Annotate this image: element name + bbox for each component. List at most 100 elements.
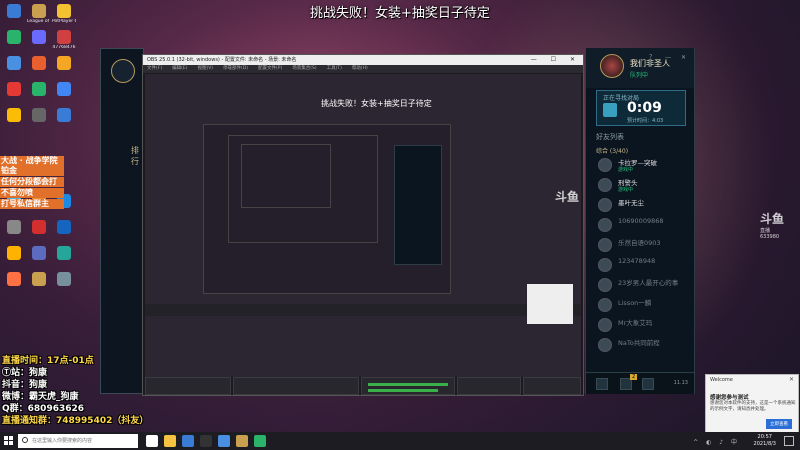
chat-icon[interactable]	[596, 378, 608, 390]
app-icon	[57, 220, 71, 234]
friend-name: 10690009868	[618, 217, 664, 225]
overlay-info-line: 抖音：狗康	[2, 380, 48, 390]
lol-logo-icon[interactable]	[111, 59, 135, 83]
obs-title-text: OBS 25.0.1 (32-bit, windows) - 配置文件: 未命名…	[147, 57, 297, 63]
friend-item[interactable]: 卡拉罗—突破 游戏中	[596, 156, 692, 174]
friend-item[interactable]: NaTo共同前程	[596, 336, 692, 354]
queue-status-box[interactable]: 正在寻找对局 0:09 预计时间：4:03	[596, 90, 686, 126]
app-icon	[32, 108, 46, 122]
desktop-app-icon[interactable]	[52, 246, 76, 268]
system-tray-icons[interactable]: ^ ◐ ♪ 中	[693, 437, 740, 446]
obs-transitions-dock[interactable]	[457, 377, 521, 395]
tray-time: 20:57	[757, 434, 772, 440]
friend-avatar	[598, 238, 612, 252]
desktop-app-icon[interactable]	[52, 108, 76, 130]
desktop-app-icon[interactable]	[52, 220, 76, 242]
desktop-app-icon[interactable]	[2, 246, 26, 268]
obs-menu-item[interactable]: 编辑(E)	[172, 66, 187, 71]
obs-titlebar[interactable]: OBS 25.0.1 (32-bit, windows) - 配置文件: 未命名…	[143, 55, 583, 65]
close-icon[interactable]: ✕	[789, 376, 794, 383]
friend-item[interactable]: 墨叶无尘	[596, 196, 692, 214]
obs-window-controls[interactable]: — ☐ ✕	[531, 55, 581, 65]
overlay-notice-line: 任何分段都会打	[0, 177, 64, 187]
windows-start-icon[interactable]	[4, 436, 14, 446]
desktop-app-icon[interactable]	[27, 30, 51, 52]
preview-caption: 挑战失败！女装+抽奖日子待定	[321, 99, 432, 108]
taskbar: ^ ◐ ♪ 中 20:57 2021/8/3	[0, 432, 800, 450]
obs-sources-dock[interactable]	[233, 377, 359, 395]
obs-window: OBS 25.0.1 (32-bit, windows) - 配置文件: 未命名…	[142, 54, 584, 396]
desktop-app-icon[interactable]	[27, 82, 51, 104]
client-window-controls[interactable]: ？ — ✕	[649, 52, 690, 61]
friend-avatar	[598, 298, 612, 312]
app-icon	[57, 4, 71, 18]
friend-item[interactable]: Lisson一麟	[596, 296, 692, 314]
tray-date: 2021/8/3	[753, 441, 776, 447]
obs-menu-item[interactable]: 停靠部件(D)	[223, 66, 248, 71]
obs-menubar: 文件(F) 编辑(E) 视图(V) 停靠部件(D) 配置文件(P) 场景集合(S) 工具(T…	[143, 65, 583, 73]
obs-menu-item[interactable]: 工具(T)	[327, 66, 342, 71]
obs-preview[interactable]: 挑战失败！女装+抽奖日子待定	[145, 74, 581, 377]
desktop-app-icon[interactable]: 47768476	[52, 30, 76, 52]
taskbar-app-icon[interactable]	[164, 435, 176, 447]
desktop-app-icon[interactable]	[27, 108, 51, 130]
friend-item[interactable]: 10690009868	[596, 216, 692, 234]
taskbar-app-icon[interactable]	[218, 435, 230, 447]
desktop-app-icon[interactable]	[27, 220, 51, 242]
friend-avatar	[598, 318, 612, 332]
friends-group-label[interactable]: 综合 (3/40)	[596, 146, 628, 155]
obs-menu-item[interactable]: 场景集合(S)	[292, 66, 316, 71]
taskbar-app-icon[interactable]	[254, 435, 266, 447]
taskbar-search-input[interactable]	[18, 434, 138, 448]
desktop-app-icon[interactable]	[52, 56, 76, 78]
desktop-app-icon[interactable]	[52, 272, 76, 294]
app-icon	[7, 30, 21, 44]
desktop-app-icon[interactable]	[2, 272, 26, 294]
taskbar-app-icon[interactable]	[200, 435, 212, 447]
desktop-app-icon[interactable]: League of Legends	[27, 4, 51, 26]
notification-body: 感谢您对本软件的支持，这是一个系统通知的示例文字，请知悉并处理。	[710, 401, 796, 412]
desktop-app-icon[interactable]	[2, 4, 26, 26]
obs-menu-item[interactable]: 视图(V)	[197, 66, 213, 71]
app-icon	[57, 108, 71, 122]
notification-toast[interactable]: Welcome ✕ 感谢您参与测试 感谢您对本软件的支持，这是一个系统通知的示例…	[705, 374, 799, 436]
friend-avatar	[598, 158, 612, 172]
desktop-app-icon[interactable]	[2, 82, 26, 104]
desktop-app-icon[interactable]	[27, 56, 51, 78]
nested-preview-3	[241, 144, 331, 208]
desktop-app-icon[interactable]	[2, 56, 26, 78]
tray-clock[interactable]: 20:57 2021/8/3	[754, 434, 776, 448]
obs-menu-item[interactable]: 帮助(H)	[352, 66, 368, 71]
obs-menu-item[interactable]: 文件(F)	[147, 66, 162, 71]
app-icon	[32, 56, 46, 70]
desktop-app-icon[interactable]	[2, 108, 26, 130]
friend-item[interactable]: 23岁男人最开心的事	[596, 276, 692, 294]
desktop-app-icon[interactable]	[27, 246, 51, 268]
obs-controls-dock[interactable]	[523, 377, 581, 395]
action-center-icon[interactable]	[784, 436, 794, 446]
obs-mixer-dock[interactable]	[361, 377, 455, 395]
desktop-app-icon[interactable]: PotPlayer 64 bit	[52, 4, 76, 26]
taskbar-app-icon[interactable]	[146, 435, 158, 447]
notification-action-button[interactable]: 立即查看	[766, 419, 792, 429]
friend-name: 墨叶无尘	[618, 199, 644, 207]
player-avatar[interactable]	[600, 54, 624, 78]
desktop-app-icon[interactable]	[2, 30, 26, 52]
app-icon	[32, 220, 46, 234]
mixer-meter	[368, 383, 448, 386]
friend-item[interactable]: 123478948	[596, 256, 692, 274]
app-icon	[7, 246, 21, 260]
app-icon	[7, 108, 21, 122]
obs-menu-item[interactable]: 配置文件(P)	[258, 66, 282, 71]
voice-icon[interactable]	[642, 378, 654, 390]
taskbar-app-icon[interactable]	[236, 435, 248, 447]
desktop-icon-label: League of Legends	[27, 19, 51, 24]
taskbar-app-icon[interactable]	[182, 435, 194, 447]
desktop-app-icon[interactable]	[2, 220, 26, 242]
friend-item[interactable]: 刑警头 游戏中	[596, 176, 692, 194]
friend-item[interactable]: Mr大象艾玛	[596, 316, 692, 334]
desktop-app-icon[interactable]	[52, 82, 76, 104]
friend-item[interactable]: 乐然自语0903	[596, 236, 692, 254]
desktop-app-icon[interactable]	[27, 272, 51, 294]
desktop-icon-label: 47768476	[52, 45, 76, 50]
